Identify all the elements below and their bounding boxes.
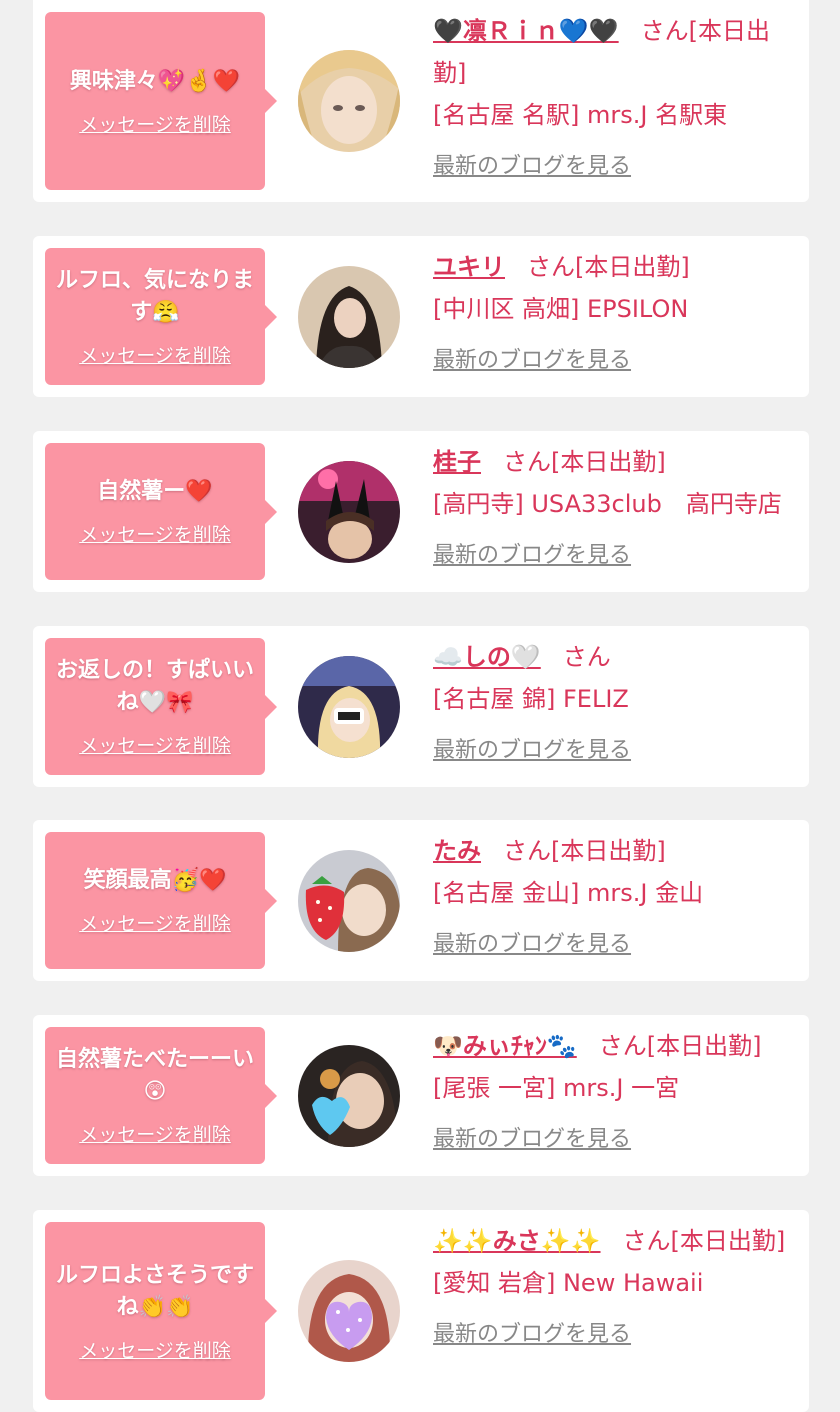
avatar-photo <box>298 461 400 563</box>
message-card: 興味津々💖🤞❤️ メッセージを削除 🖤️凛Ｒｉｎ💙🖤 さん[本日出勤] [名古屋 … <box>33 0 809 202</box>
delete-message-link[interactable]: メッセージを削除 <box>79 909 231 936</box>
avatar[interactable] <box>298 1260 400 1362</box>
avatar[interactable] <box>298 461 400 563</box>
honorific: さん <box>622 1227 671 1255</box>
avatar-photo <box>298 850 400 952</box>
delete-message-link[interactable]: メッセージを削除 <box>79 341 231 368</box>
blog-link[interactable]: 最新のブログを見る <box>433 1316 631 1348</box>
message-text: ルフロ、気になります😤 <box>55 268 254 325</box>
message-text: ルフロよさそうですね👏👏 <box>55 1262 254 1320</box>
shop-info: [高円寺] USA33club 高円寺店 <box>433 490 782 518</box>
message-text: 興味津々💖🤞❤️ <box>69 68 241 94</box>
blog-link[interactable]: 最新のブログを見る <box>433 537 631 569</box>
message-bubble: ルフロ、気になります😤 メッセージを削除 <box>45 248 277 385</box>
honorific: さん <box>598 1032 647 1060</box>
blog-link[interactable]: 最新のブログを見る <box>433 342 631 374</box>
delete-message-link[interactable]: メッセージを削除 <box>79 731 231 758</box>
girl-info: 🖤️凛Ｒｉｎ💙🖤 さん[本日出勤] [名古屋 名駅] mrs.J 名駅東 最新のブ… <box>433 10 799 180</box>
delete-message-link[interactable]: メッセージを削除 <box>79 520 231 547</box>
avatar-photo <box>298 50 400 152</box>
message-card: 笑顔最高🥳❤️ メッセージを削除 たみ さん[本日出勤] [名古屋 金山] mrs… <box>33 820 809 981</box>
avatar[interactable] <box>298 850 400 952</box>
blog-link[interactable]: 最新のブログを見る <box>433 926 631 958</box>
message-bubble: 興味津々💖🤞❤️ メッセージを削除 <box>45 12 277 190</box>
avatar-photo <box>298 266 400 368</box>
blog-link[interactable]: 最新のブログを見る <box>433 148 631 180</box>
avatar-photo <box>298 1260 400 1362</box>
avatar-photo <box>298 1045 400 1147</box>
honorific: さん <box>503 448 551 476</box>
avatar[interactable] <box>298 50 400 152</box>
honorific: さん <box>640 17 689 45</box>
message-bubble: 笑顔最高🥳❤️ メッセージを削除 <box>45 832 277 969</box>
blog-link[interactable]: 最新のブログを見る <box>433 732 631 764</box>
attendance-status: [本日出勤] <box>575 253 690 281</box>
message-card: 自然薯たべたーーい😲 メッセージを削除 🐶みぃﾁｬﾝ🐾 さん[本日出勤] [尾張 … <box>33 1015 809 1176</box>
shop-info: [尾張 一宮] mrs.J 一宮 <box>433 1074 680 1102</box>
delete-message-link[interactable]: メッセージを削除 <box>79 1336 231 1363</box>
message-card: ルフロよさそうですね👏👏 メッセージを削除 ✨✨みさ✨✨ さん[本日出勤] [愛知… <box>33 1210 809 1412</box>
message-text: 笑顔最高🥳❤️ <box>83 868 227 893</box>
message-card: お返しの！すぱいいね🤍🎀 メッセージを削除 ☁️しの🤍 さん [名古屋 錦] FE… <box>33 626 809 787</box>
girl-info: たみ さん[本日出勤] [名古屋 金山] mrs.J 金山 最新のブログを見る <box>433 830 799 958</box>
girl-name-link[interactable]: ☁️しの🤍 <box>433 643 541 671</box>
message-text: 自然薯ー❤️ <box>97 479 213 504</box>
attendance-status: [本日出勤] <box>646 1032 762 1060</box>
delete-message-link[interactable]: メッセージを削除 <box>79 110 231 137</box>
attendance-status: [本日出勤] <box>670 1227 786 1255</box>
message-card: 自然薯ー❤️ メッセージを削除 桂子 さん[本日出勤] [高円寺] USA33cl… <box>33 431 809 592</box>
attendance-status: [本日出勤] <box>551 448 666 476</box>
message-text: 自然薯たべたーーい😲 <box>55 1047 254 1104</box>
honorific: さん <box>527 253 575 281</box>
shop-info: [中川区 高畑] EPSILON <box>433 295 689 323</box>
girl-name-link[interactable]: 🖤️凛Ｒｉｎ💙🖤 <box>433 17 619 45</box>
girl-name-link[interactable]: たみ <box>433 837 481 865</box>
honorific: さん <box>562 643 611 671</box>
girl-name-link[interactable]: ✨✨みさ✨✨ <box>433 1227 601 1255</box>
attendance-status: [本日出勤] <box>551 837 666 865</box>
message-bubble: お返しの！すぱいいね🤍🎀 メッセージを削除 <box>45 638 277 775</box>
avatar[interactable] <box>298 656 400 758</box>
honorific: さん <box>503 837 551 865</box>
avatar[interactable] <box>298 266 400 368</box>
message-bubble: ルフロよさそうですね👏👏 メッセージを削除 <box>45 1222 277 1400</box>
shop-info: [名古屋 名駅] mrs.J 名駅東 <box>433 101 728 129</box>
girl-name-link[interactable]: 🐶みぃﾁｬﾝ🐾 <box>433 1032 577 1060</box>
blog-link[interactable]: 最新のブログを見る <box>433 1121 631 1153</box>
message-bubble: 自然薯ー❤️ メッセージを削除 <box>45 443 277 580</box>
shop-info: [愛知 岩倉] New Hawaii <box>433 1269 704 1297</box>
message-text: お返しの！すぱいいね🤍🎀 <box>55 658 254 715</box>
girl-name-link[interactable]: ユキリ <box>433 253 505 281</box>
message-card: ルフロ、気になります😤 メッセージを削除 ユキリ さん[本日出勤] [中川区 高畑… <box>33 236 809 397</box>
delete-message-link[interactable]: メッセージを削除 <box>79 1120 231 1147</box>
avatar-photo <box>298 656 400 758</box>
shop-info: [名古屋 金山] mrs.J 金山 <box>433 879 704 907</box>
message-bubble: 自然薯たべたーーい😲 メッセージを削除 <box>45 1027 277 1164</box>
girl-name-link[interactable]: 桂子 <box>433 448 481 476</box>
girl-info: ユキリ さん[本日出勤] [中川区 高畑] EPSILON 最新のブログを見る <box>433 246 799 374</box>
girl-info: 🐶みぃﾁｬﾝ🐾 さん[本日出勤] [尾張 一宮] mrs.J 一宮 最新のブログを… <box>433 1025 799 1153</box>
girl-info: ✨✨みさ✨✨ さん[本日出勤] [愛知 岩倉] New Hawaii 最新のブログ… <box>433 1220 799 1348</box>
avatar[interactable] <box>298 1045 400 1147</box>
girl-info: ☁️しの🤍 さん [名古屋 錦] FELIZ 最新のブログを見る <box>433 636 799 764</box>
girl-info: 桂子 さん[本日出勤] [高円寺] USA33club 高円寺店 最新のブログを見… <box>433 441 799 569</box>
shop-info: [名古屋 錦] FELIZ <box>433 685 629 713</box>
